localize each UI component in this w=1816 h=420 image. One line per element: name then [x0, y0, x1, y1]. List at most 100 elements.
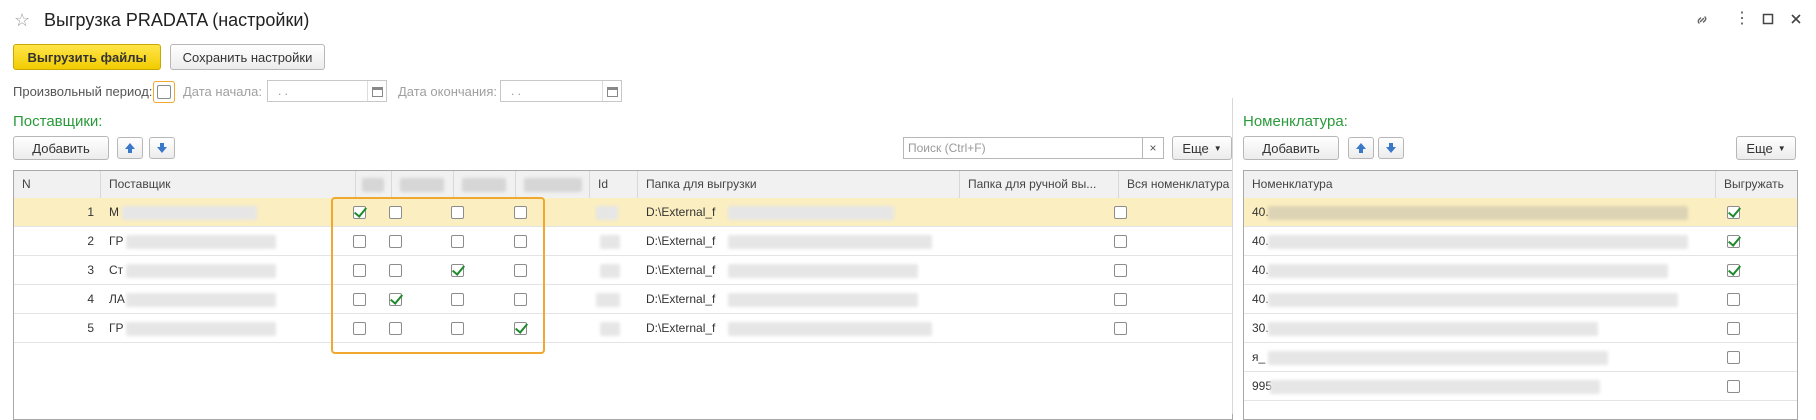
link-icon[interactable]	[1694, 12, 1710, 31]
nomenclature-table-header: Номенклатура Выгружать	[1244, 171, 1797, 199]
list-item[interactable]: я_	[1244, 343, 1797, 372]
redacted-id	[600, 264, 620, 278]
col-flag-3[interactable]	[454, 171, 516, 198]
calendar-icon[interactable]	[602, 81, 621, 101]
col-folder[interactable]: Папка для выгрузки	[638, 171, 960, 198]
redacted-text	[122, 206, 257, 220]
export-checkbox[interactable]	[1727, 206, 1740, 219]
move-down-button[interactable]	[149, 137, 175, 159]
list-item[interactable]: 40.	[1244, 285, 1797, 314]
window-title: Выгрузка PRADATA (настройки)	[44, 10, 310, 30]
arrow-down-icon	[1386, 143, 1396, 153]
export-checkbox[interactable]	[1727, 264, 1740, 277]
redacted-text	[728, 264, 918, 278]
item-name: 30.	[1252, 321, 1269, 335]
redacted-text	[1268, 322, 1598, 336]
save-settings-button[interactable]: Сохранить настройки	[170, 44, 325, 70]
redacted-id	[600, 235, 620, 249]
favorite-star-icon[interactable]: ☆	[14, 10, 30, 31]
all-items-checkbox[interactable]	[1114, 293, 1127, 306]
col-n[interactable]: N	[14, 171, 101, 198]
export-checkbox[interactable]	[1727, 351, 1740, 364]
table-row[interactable]: 3 Ст D:\External_f	[14, 256, 1232, 285]
supplier-name: Ст	[109, 263, 124, 277]
supplier-name: ЛА	[109, 292, 125, 306]
folder-path: D:\External_f	[646, 321, 716, 335]
flags-highlight-frame	[331, 197, 545, 354]
list-item[interactable]: 30.	[1244, 314, 1797, 343]
export-checkbox[interactable]	[1727, 293, 1740, 306]
col-supplier[interactable]: Поставщик	[101, 171, 356, 198]
nomenclature-add-button[interactable]: Добавить	[1243, 136, 1339, 160]
redacted-text	[126, 322, 276, 336]
table-row[interactable]: 4 ЛА D:\External_f	[14, 285, 1232, 314]
list-item[interactable]: 40.	[1244, 256, 1797, 285]
suppliers-add-button[interactable]: Добавить	[13, 136, 109, 160]
table-row[interactable]: 1 М D:\External_f	[14, 198, 1232, 227]
arrow-down-icon	[157, 143, 167, 153]
table-row[interactable]: 5 ГР D:\External_f	[14, 314, 1232, 343]
move-up-button[interactable]	[117, 137, 143, 159]
col-flag-1[interactable]	[356, 171, 392, 198]
end-date-field[interactable]: . .	[500, 80, 622, 102]
row-number: 4	[87, 292, 94, 306]
suppliers-more-button[interactable]: Еще ▼	[1172, 136, 1232, 160]
calendar-icon[interactable]	[367, 81, 386, 101]
export-checkbox[interactable]	[1727, 380, 1740, 393]
start-date-field[interactable]: . .	[267, 80, 387, 102]
col-manual-folder[interactable]: Папка для ручной вы...	[960, 171, 1119, 198]
col-export[interactable]: Выгружать	[1716, 171, 1797, 198]
item-name: 40.	[1252, 205, 1269, 219]
redacted-text	[1268, 235, 1688, 249]
table-row[interactable]: 2 ГР D:\External_f	[14, 227, 1232, 256]
col-flag-2[interactable]	[392, 171, 454, 198]
nomenclature-move-up-button[interactable]	[1348, 137, 1374, 159]
list-item[interactable]: 40.	[1244, 227, 1797, 256]
panel-splitter[interactable]	[1232, 98, 1233, 414]
maximize-icon[interactable]	[1762, 12, 1774, 28]
redacted-text	[728, 293, 918, 307]
nomenclature-more-label: Еще	[1746, 140, 1773, 156]
all-items-checkbox[interactable]	[1114, 206, 1127, 219]
redacted-text	[1268, 351, 1608, 365]
clear-search-button[interactable]: ×	[1142, 137, 1164, 159]
item-name: 40.	[1252, 292, 1269, 306]
col-id[interactable]: Id	[590, 171, 638, 198]
export-checkbox[interactable]	[1727, 322, 1740, 335]
col-all-items[interactable]: Вся номенклатура	[1119, 171, 1232, 198]
redacted-text	[1268, 206, 1688, 220]
arbitrary-period-label: Произвольный период:	[13, 84, 153, 99]
arrow-up-icon	[125, 143, 135, 153]
col-flag-4[interactable]	[516, 171, 590, 198]
all-items-checkbox[interactable]	[1114, 322, 1127, 335]
arrow-up-icon	[1356, 143, 1366, 153]
folder-path: D:\External_f	[646, 234, 716, 248]
list-item[interactable]: 40.	[1244, 198, 1797, 227]
redacted-text	[728, 322, 932, 336]
start-date-label: Дата начала:	[183, 84, 262, 99]
nomenclature-more-button[interactable]: Еще ▼	[1736, 136, 1796, 160]
suppliers-table-header: N Поставщик Id Папка для выгрузки Папка …	[14, 171, 1232, 199]
suppliers-search-input[interactable]: Поиск (Ctrl+F)	[903, 137, 1143, 159]
redacted-text	[728, 206, 894, 220]
export-files-button[interactable]: Выгрузить файлы	[13, 44, 161, 70]
redacted-text	[728, 235, 932, 249]
start-date-value: . .	[278, 84, 289, 98]
end-date-value: . .	[511, 84, 522, 98]
more-vertical-icon[interactable]: ⋮	[1734, 11, 1750, 27]
arbitrary-period-checkbox[interactable]	[157, 85, 171, 99]
arbitrary-period-checkbox-focus[interactable]	[153, 81, 175, 103]
all-items-checkbox[interactable]	[1114, 264, 1127, 277]
supplier-name: М	[109, 205, 119, 219]
item-name: 40.	[1252, 234, 1269, 248]
nomenclature-move-down-button[interactable]	[1378, 137, 1404, 159]
item-name: я_	[1252, 350, 1266, 364]
supplier-name: ГР	[109, 321, 124, 335]
export-checkbox[interactable]	[1727, 235, 1740, 248]
redacted-text	[126, 293, 276, 307]
end-date-label: Дата окончания:	[398, 84, 497, 99]
all-items-checkbox[interactable]	[1114, 235, 1127, 248]
close-icon[interactable]	[1790, 12, 1802, 28]
list-item[interactable]: 995	[1244, 372, 1797, 401]
col-item[interactable]: Номенклатура	[1244, 171, 1716, 198]
